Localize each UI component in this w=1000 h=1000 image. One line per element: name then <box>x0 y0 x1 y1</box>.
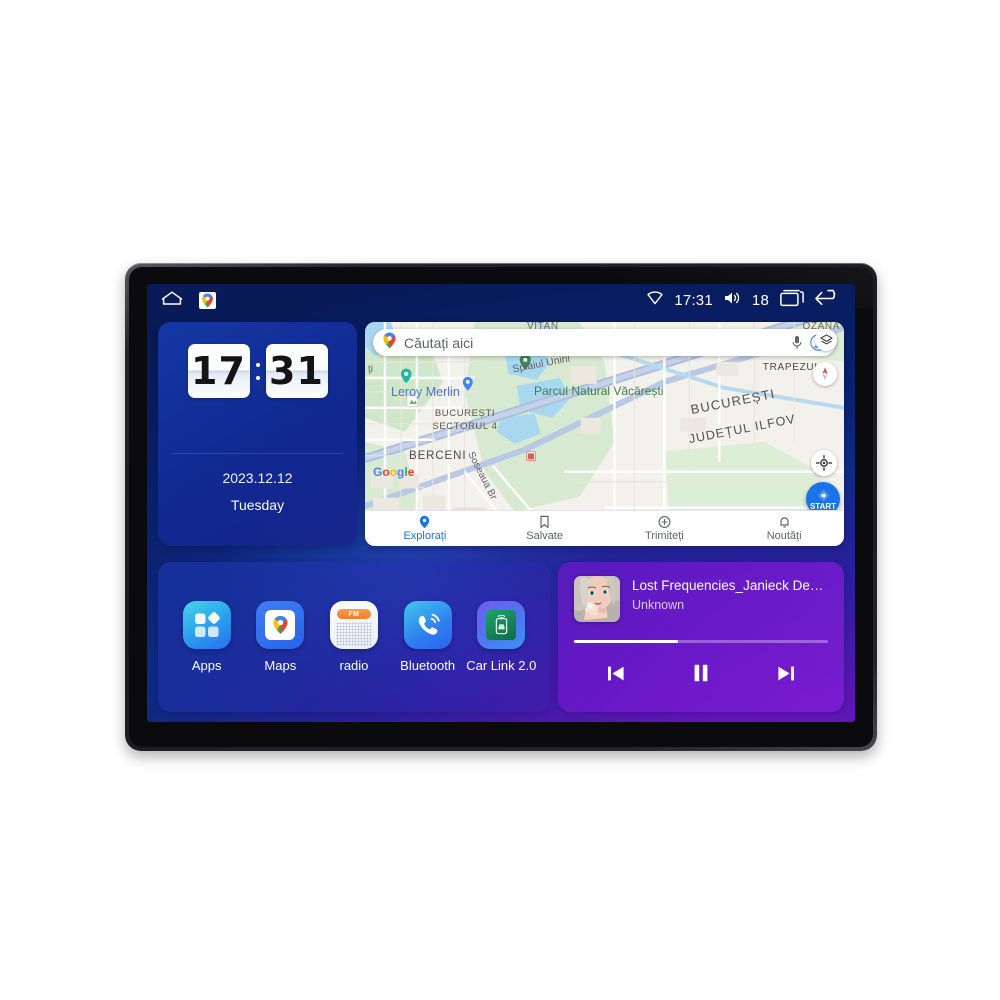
fm-radio-icon: FM <box>329 601 378 649</box>
home-screen: 17:31 18 17 31 2023.12.12 Tuesday VITAN … <box>147 284 855 722</box>
map-tab-noutati[interactable]: Noutăți <box>724 515 844 542</box>
my-location-icon[interactable] <box>811 450 837 476</box>
track-title: Lost Frequencies_Janieck Devy-... <box>632 578 828 593</box>
status-bar: 17:31 18 <box>147 284 855 316</box>
map-tab-explorati[interactable]: Explorați <box>365 515 485 542</box>
previous-track-button[interactable] <box>599 658 633 688</box>
map-tab-trimiteti[interactable]: Trimiteți <box>605 515 725 542</box>
clock-minutes: 31 <box>265 344 328 398</box>
status-bar-right: 17:31 18 <box>647 289 841 312</box>
home-icon[interactable] <box>161 290 183 311</box>
clock-colon <box>255 362 261 380</box>
progress-fill <box>574 640 679 643</box>
car-link-icon <box>477 601 526 649</box>
car-head-unit-device: 17:31 18 17 31 2023.12.12 Tuesday VITAN … <box>125 263 877 751</box>
map-tab-salvate[interactable]: Salvate <box>485 515 605 542</box>
app-label: Maps <box>264 658 297 673</box>
map-tab-label: Explorați <box>403 530 447 542</box>
map-layers-icon[interactable] <box>815 329 837 351</box>
map-widget[interactable]: VITAN OZANA Splaiul Unirii ţi TRAPEZULUI… <box>365 322 844 546</box>
music-player-widget[interactable]: Lost Frequencies_Janieck Devy-... Unknow… <box>558 562 844 712</box>
app-label: Apps <box>191 658 222 673</box>
app-shortcuts-panel: Apps Maps FM radio Bluetooth Car Link 2.… <box>158 562 550 712</box>
app-label: Car Link 2.0 <box>466 658 537 673</box>
next-track-button[interactable] <box>769 658 803 688</box>
google-maps-pin-icon <box>382 332 397 354</box>
location-pin-icon <box>420 515 430 529</box>
music-header: Lost Frequencies_Janieck Devy-... Unknow… <box>574 576 828 622</box>
google-maps-icon[interactable] <box>199 291 216 309</box>
clock-widget[interactable]: 17 31 2023.12.12 Tuesday <box>158 322 357 546</box>
flip-clock: 17 31 <box>158 344 357 398</box>
wifi-icon <box>647 290 664 310</box>
search-input[interactable]: Căutați aici <box>404 335 784 351</box>
app-shortcut-apps[interactable]: Apps <box>172 601 242 673</box>
back-icon[interactable] <box>815 289 841 311</box>
app-shortcut-radio[interactable]: FM radio <box>319 601 389 673</box>
map-bottom-nav: Explorați Salvate Trimiteți Noutăți <box>365 510 844 546</box>
microphone-icon[interactable] <box>791 335 803 350</box>
music-metadata: Lost Frequencies_Janieck Devy-... Unknow… <box>632 576 828 612</box>
map-tab-label: Salvate <box>526 530 563 542</box>
clock-weekday: Tuesday <box>230 497 285 513</box>
music-controls <box>574 658 828 688</box>
google-maps-icon <box>256 601 305 649</box>
app-shortcut-bluetooth[interactable]: Bluetooth <box>393 601 463 673</box>
compass-icon[interactable] <box>813 362 837 386</box>
clock-divider <box>172 453 343 454</box>
device-bezel: 17:31 18 17 31 2023.12.12 Tuesday VITAN … <box>129 267 873 747</box>
app-shortcut-maps[interactable]: Maps <box>245 601 315 673</box>
bell-icon <box>780 517 789 528</box>
next-track-icon <box>778 666 794 680</box>
pause-icon <box>694 664 708 682</box>
map-tab-label: Noutăți <box>766 530 802 542</box>
app-shortcut-carlink[interactable]: Car Link 2.0 <box>466 601 536 673</box>
previous-track-icon <box>608 666 624 680</box>
clock-hours: 17 <box>187 344 250 398</box>
status-bar-left <box>161 290 216 311</box>
widgets-row: 17 31 2023.12.12 Tuesday VITAN OZANA Spl… <box>158 322 844 546</box>
progress-bar[interactable] <box>574 640 828 643</box>
map-tab-label: Trimiteți <box>645 530 684 542</box>
app-label: radio <box>339 658 369 673</box>
album-art <box>574 576 620 622</box>
app-label: Bluetooth <box>400 658 456 673</box>
track-artist: Unknown <box>632 598 685 612</box>
phone-call-icon <box>403 601 452 649</box>
grid-apps-icon <box>182 601 231 649</box>
play-pause-button[interactable] <box>684 658 718 688</box>
volume-icon[interactable] <box>724 291 741 310</box>
bookmark-icon <box>540 515 549 528</box>
clock-date: 2023.12.12 <box>222 470 293 486</box>
plus-circle-icon <box>658 516 671 528</box>
radio-badge: FM <box>348 610 360 618</box>
recents-icon[interactable] <box>780 289 804 312</box>
volume-level: 18 <box>751 291 769 309</box>
dock-row: Apps Maps FM radio Bluetooth Car Link 2.… <box>158 562 844 712</box>
map-search-bar[interactable]: Căutați aici <box>373 329 836 356</box>
status-time: 17:31 <box>674 291 713 309</box>
navigation-arrow-icon <box>817 489 829 501</box>
